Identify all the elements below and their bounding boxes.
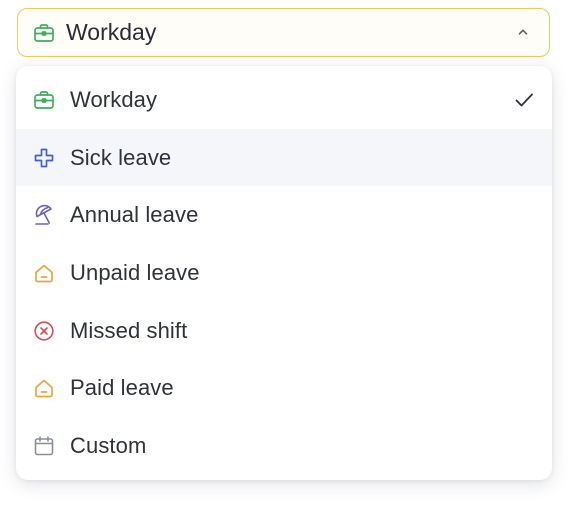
option-paid-leave[interactable]: Paid leave bbox=[16, 359, 552, 417]
selected-value: Workday bbox=[66, 19, 157, 45]
leave-type-select[interactable]: Workday bbox=[17, 8, 550, 57]
x-circle-icon bbox=[33, 320, 55, 342]
option-label: Unpaid leave bbox=[70, 259, 200, 285]
option-label: Custom bbox=[70, 432, 147, 458]
option-label: Annual leave bbox=[70, 202, 199, 228]
option-label: Workday bbox=[70, 86, 158, 112]
option-label: Paid leave bbox=[70, 375, 174, 401]
house-icon bbox=[33, 377, 55, 399]
leave-type-dropdown-menu: Workday Sick leave Annual leave Unpaid l… bbox=[16, 66, 552, 480]
option-label: Missed shift bbox=[70, 317, 188, 343]
house-icon bbox=[33, 262, 55, 284]
beach-umbrella-icon bbox=[33, 204, 55, 226]
briefcase-icon bbox=[33, 22, 55, 44]
briefcase-icon bbox=[33, 89, 55, 111]
medical-cross-icon bbox=[33, 147, 55, 169]
option-missed-shift[interactable]: Missed shift bbox=[16, 302, 552, 360]
option-custom[interactable]: Custom bbox=[16, 417, 552, 475]
calendar-icon bbox=[33, 435, 55, 457]
checkmark-icon bbox=[513, 89, 535, 111]
option-label: Sick leave bbox=[70, 144, 172, 170]
option-unpaid-leave[interactable]: Unpaid leave bbox=[16, 244, 552, 302]
option-annual-leave[interactable]: Annual leave bbox=[16, 186, 552, 244]
option-sick-leave[interactable]: Sick leave bbox=[16, 128, 552, 187]
chevron-up-icon[interactable] bbox=[517, 26, 529, 38]
option-workday[interactable]: Workday bbox=[16, 71, 552, 129]
